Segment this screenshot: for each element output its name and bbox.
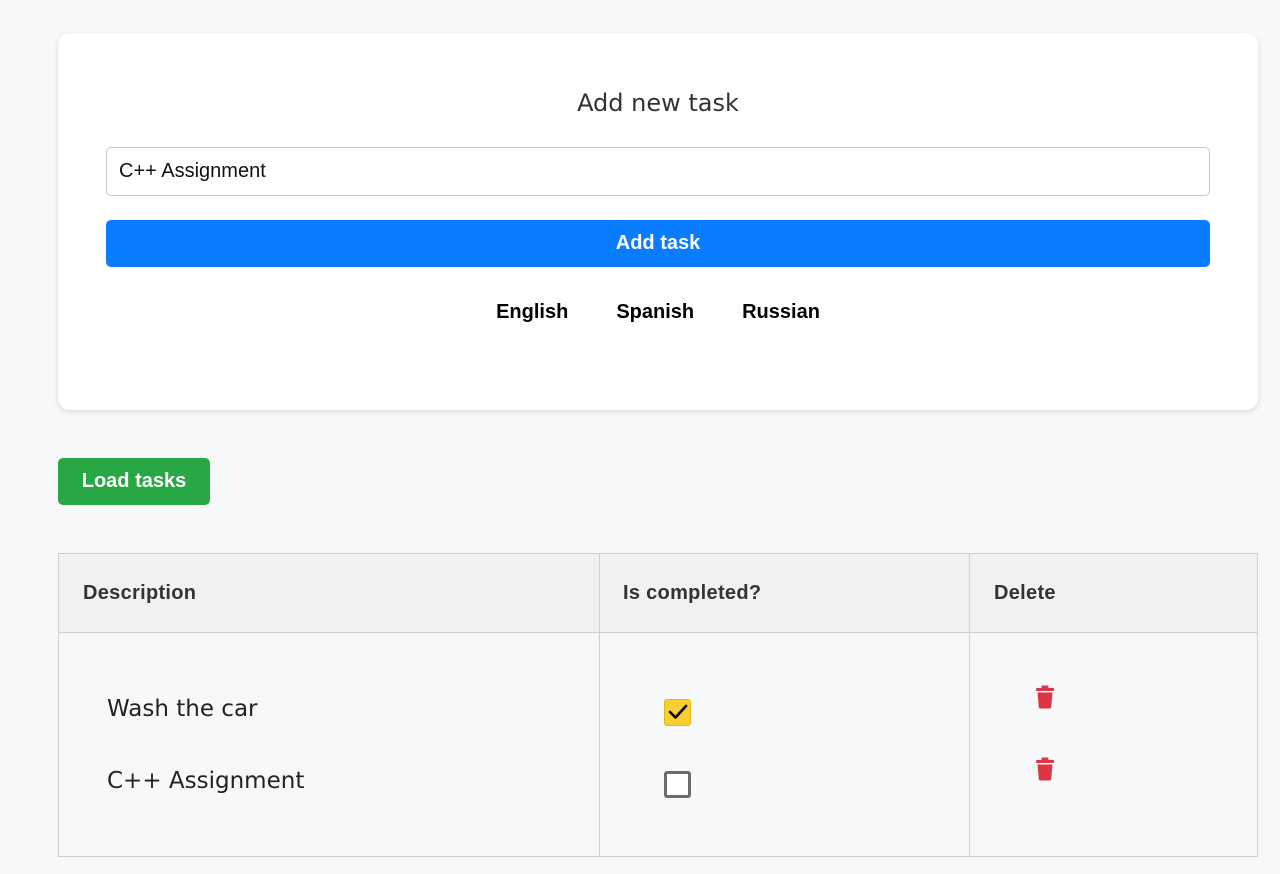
add-task-button[interactable]: Add task bbox=[106, 220, 1210, 267]
tasks-table: Description Is completed? Delete Wash th… bbox=[58, 553, 1258, 857]
trash-icon[interactable] bbox=[1035, 685, 1055, 709]
task-description: Wash the car bbox=[107, 696, 258, 722]
task-input[interactable] bbox=[106, 147, 1210, 196]
language-english-button[interactable]: English bbox=[496, 301, 568, 324]
header-is-completed: Is completed? bbox=[623, 582, 762, 604]
add-task-card: Add new task Add task English Spanish Ru… bbox=[58, 33, 1258, 410]
column-divider bbox=[599, 554, 600, 856]
language-spanish-button[interactable]: Spanish bbox=[616, 301, 694, 324]
column-divider bbox=[969, 554, 970, 856]
header-description: Description bbox=[83, 582, 197, 604]
table-header: Description Is completed? Delete bbox=[59, 554, 1257, 633]
task-description: C++ Assignment bbox=[107, 768, 305, 794]
table-body: Wash the car C++ Assignment bbox=[59, 633, 1257, 856]
language-russian-button[interactable]: Russian bbox=[742, 301, 820, 324]
trash-icon[interactable] bbox=[1035, 757, 1055, 781]
card-title: Add new task bbox=[577, 89, 739, 117]
checkmark-icon bbox=[668, 704, 688, 719]
load-tasks-button[interactable]: Load tasks bbox=[58, 458, 210, 505]
header-delete: Delete bbox=[994, 582, 1056, 604]
task-completed-checkbox[interactable] bbox=[664, 699, 691, 726]
task-completed-checkbox[interactable] bbox=[664, 771, 691, 798]
language-switcher: English Spanish Russian bbox=[58, 301, 1258, 324]
